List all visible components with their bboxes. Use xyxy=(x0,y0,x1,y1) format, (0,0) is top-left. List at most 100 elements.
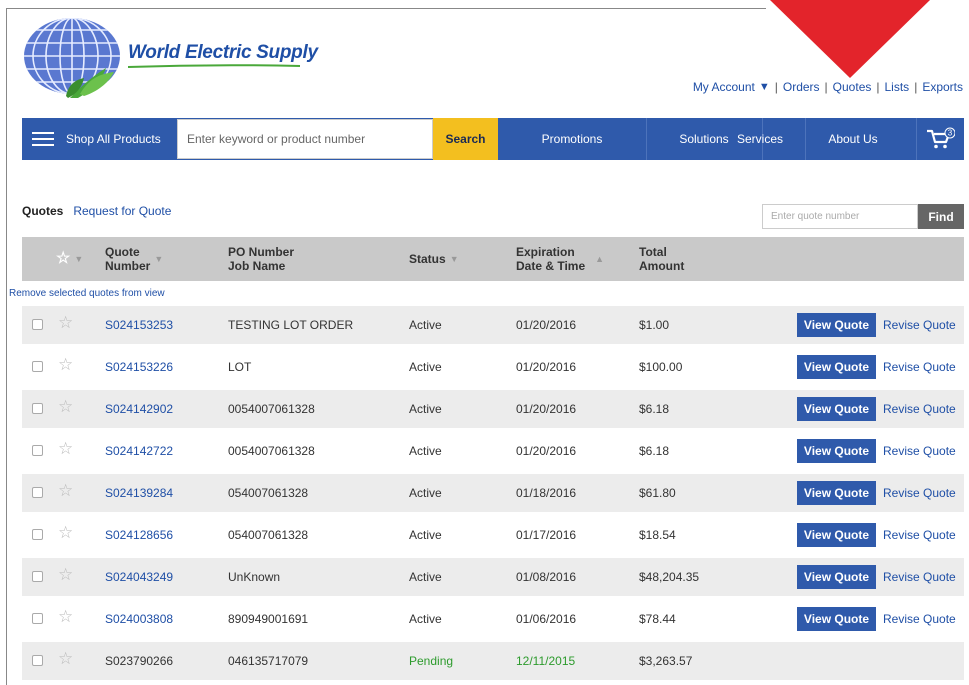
revise-quote-link[interactable]: Revise Quote xyxy=(883,516,956,554)
status: Active xyxy=(409,528,442,542)
star-icon[interactable]: ☆ xyxy=(58,565,73,585)
quote-number-link[interactable]: S024142902 xyxy=(105,390,173,428)
total-amount: $100.00 xyxy=(639,360,683,374)
remove-selected-quotes-link[interactable]: Remove selected quotes from view xyxy=(9,288,165,299)
star-icon[interactable]: ☆ xyxy=(58,649,73,669)
table-row: ☆ S024003808 890949001691 Active 01/06/2… xyxy=(22,600,964,638)
star-icon[interactable]: ☆ xyxy=(58,481,73,501)
expiration-date: 01/08/2016 xyxy=(516,570,577,584)
favorite-sort-header[interactable]: ☆ ▼ xyxy=(56,237,83,281)
my-account-link[interactable]: My Account xyxy=(693,80,755,94)
total-amount: $18.54 xyxy=(639,528,676,542)
view-quote-button[interactable]: View Quote xyxy=(797,397,876,421)
view-quote-button[interactable]: View Quote xyxy=(797,313,876,337)
expiration-date: 01/20/2016 xyxy=(516,318,577,332)
header-job-label: Job Name xyxy=(228,259,286,273)
star-icon[interactable]: ☆ xyxy=(58,355,73,375)
quote-number-link[interactable]: S024043249 xyxy=(105,558,173,596)
revise-quote-link[interactable]: Revise Quote xyxy=(883,306,956,344)
chevron-down-icon[interactable]: ▼ xyxy=(759,81,770,93)
po-number: 0054007061328 xyxy=(228,402,315,416)
cart-icon: 3 xyxy=(927,127,955,149)
nav-promotions[interactable]: Promotions xyxy=(498,118,646,160)
status-header[interactable]: Status ▼ xyxy=(409,237,459,281)
row-checkbox[interactable] xyxy=(32,445,43,456)
expiration-header[interactable]: Expiration Date & Time ▲ xyxy=(516,237,604,281)
quote-number: S023790266 xyxy=(105,654,174,668)
cart-count: 3 xyxy=(948,129,953,138)
total-amount-header: Total Amount xyxy=(639,237,684,281)
revise-quote-link[interactable]: Revise Quote xyxy=(883,390,956,428)
red-arrow-indicator xyxy=(770,0,930,78)
row-checkbox[interactable] xyxy=(32,403,43,414)
quote-number-link[interactable]: S024003808 xyxy=(105,600,173,638)
po-number: 054007061328 xyxy=(228,528,309,542)
find-button[interactable]: Find xyxy=(918,204,964,229)
star-icon[interactable]: ☆ xyxy=(58,523,73,543)
revise-quote-link[interactable]: Revise Quote xyxy=(883,474,956,512)
quote-number-link[interactable]: S024142722 xyxy=(105,432,173,470)
star-icon[interactable]: ☆ xyxy=(58,439,73,459)
nav-about-us[interactable]: About Us xyxy=(805,118,901,160)
status: Active xyxy=(409,318,442,332)
star-icon[interactable]: ☆ xyxy=(58,313,73,333)
globe-logo-icon[interactable] xyxy=(22,16,122,100)
cart-button[interactable]: 3 xyxy=(916,118,964,160)
star-icon[interactable]: ☆ xyxy=(58,607,73,627)
tab-quotes[interactable]: Quotes xyxy=(22,204,63,218)
quotes-link[interactable]: Quotes xyxy=(833,80,872,94)
exports-link[interactable]: Exports xyxy=(922,80,963,94)
star-icon[interactable]: ☆ xyxy=(58,397,73,417)
table-row: ☆ S023790266 046135717079 Pending 12/11/… xyxy=(22,642,964,680)
view-quote-button[interactable]: View Quote xyxy=(797,565,876,589)
tab-request-for-quote[interactable]: Request for Quote xyxy=(73,204,171,218)
view-quote-button[interactable]: View Quote xyxy=(797,523,876,547)
expiration-date: 01/20/2016 xyxy=(516,360,577,374)
lists-link[interactable]: Lists xyxy=(885,80,910,94)
header-number-label: Number xyxy=(105,259,151,273)
status: Active xyxy=(409,612,442,626)
search-button[interactable]: Search xyxy=(433,118,498,160)
expiration-date: 01/18/2016 xyxy=(516,486,577,500)
quote-number-link[interactable]: S024128656 xyxy=(105,516,173,554)
view-quote-button[interactable]: View Quote xyxy=(797,481,876,505)
table-row: ☆ S024128656 054007061328 Active 01/17/2… xyxy=(22,516,964,554)
brand-name[interactable]: World Electric Supply xyxy=(128,42,318,64)
quote-number-input[interactable] xyxy=(762,204,918,229)
total-amount: $6.18 xyxy=(639,402,670,416)
quote-number-link[interactable]: S024139284 xyxy=(105,474,173,512)
total-amount: $48,204.35 xyxy=(639,570,700,584)
quote-tabs: Quotes Request for Quote xyxy=(22,204,171,218)
orders-link[interactable]: Orders xyxy=(783,80,820,94)
row-checkbox[interactable] xyxy=(32,319,43,330)
row-checkbox[interactable] xyxy=(32,655,43,666)
header-expiration-label: Expiration xyxy=(516,245,575,259)
quote-number-header[interactable]: Quote Number ▼ xyxy=(105,237,163,281)
view-quote-button[interactable]: View Quote xyxy=(797,607,876,631)
row-checkbox[interactable] xyxy=(32,361,43,372)
po-number: TESTING LOT ORDER xyxy=(228,318,354,332)
search-input[interactable] xyxy=(177,119,433,159)
hamburger-menu-icon xyxy=(32,132,54,146)
row-checkbox[interactable] xyxy=(32,529,43,540)
header-status-label: Status xyxy=(409,252,446,266)
separator: | xyxy=(824,80,828,94)
quote-number-link[interactable]: S024153253 xyxy=(105,306,173,344)
po-number: 054007061328 xyxy=(228,486,309,500)
header-datetime-label: Date & Time xyxy=(516,259,586,273)
quote-number-link[interactable]: S024153226 xyxy=(105,348,173,386)
header-amount-label: Amount xyxy=(639,259,685,273)
nav-services[interactable]: Services xyxy=(722,118,798,160)
row-checkbox[interactable] xyxy=(32,571,43,582)
view-quote-button[interactable]: View Quote xyxy=(797,439,876,463)
row-checkbox[interactable] xyxy=(32,487,43,498)
revise-quote-link[interactable]: Revise Quote xyxy=(883,348,956,386)
revise-quote-link[interactable]: Revise Quote xyxy=(883,600,956,638)
shop-all-products-button[interactable]: Shop All Products xyxy=(22,118,176,160)
view-quote-button[interactable]: View Quote xyxy=(797,355,876,379)
shop-all-label: Shop All Products xyxy=(66,132,161,146)
revise-quote-link[interactable]: Revise Quote xyxy=(883,432,956,470)
po-number: LOT xyxy=(228,360,252,374)
row-checkbox[interactable] xyxy=(32,613,43,624)
revise-quote-link[interactable]: Revise Quote xyxy=(883,558,956,596)
